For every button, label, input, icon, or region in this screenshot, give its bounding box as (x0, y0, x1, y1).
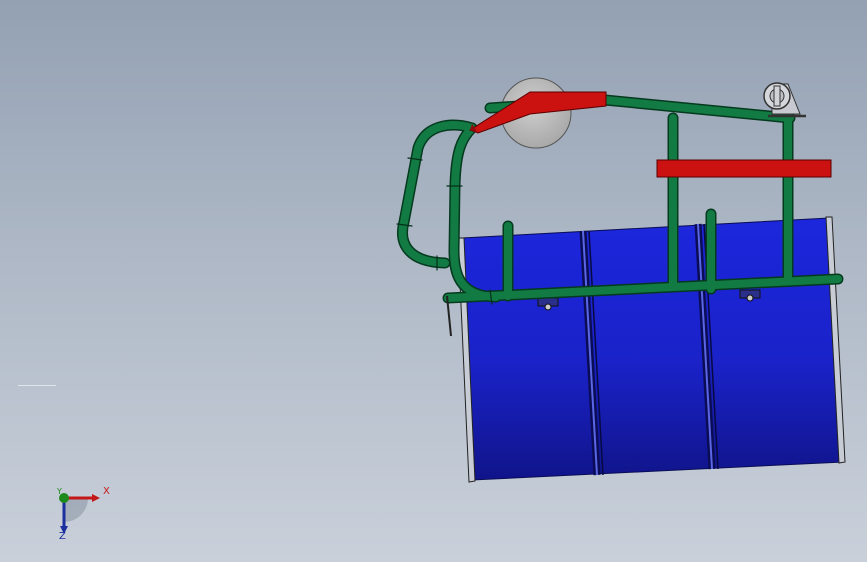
3d-viewport[interactable]: X Y Z (0, 0, 867, 562)
stray-edge-line (18, 385, 56, 386)
red-crossbar (656, 159, 832, 178)
x-axis-label: X (103, 486, 110, 497)
coordinate-triad: X Y Z (50, 482, 120, 546)
z-axis-label: Z (59, 531, 66, 542)
y-axis-label: Y (57, 487, 62, 496)
drum-cart-model (396, 77, 846, 483)
